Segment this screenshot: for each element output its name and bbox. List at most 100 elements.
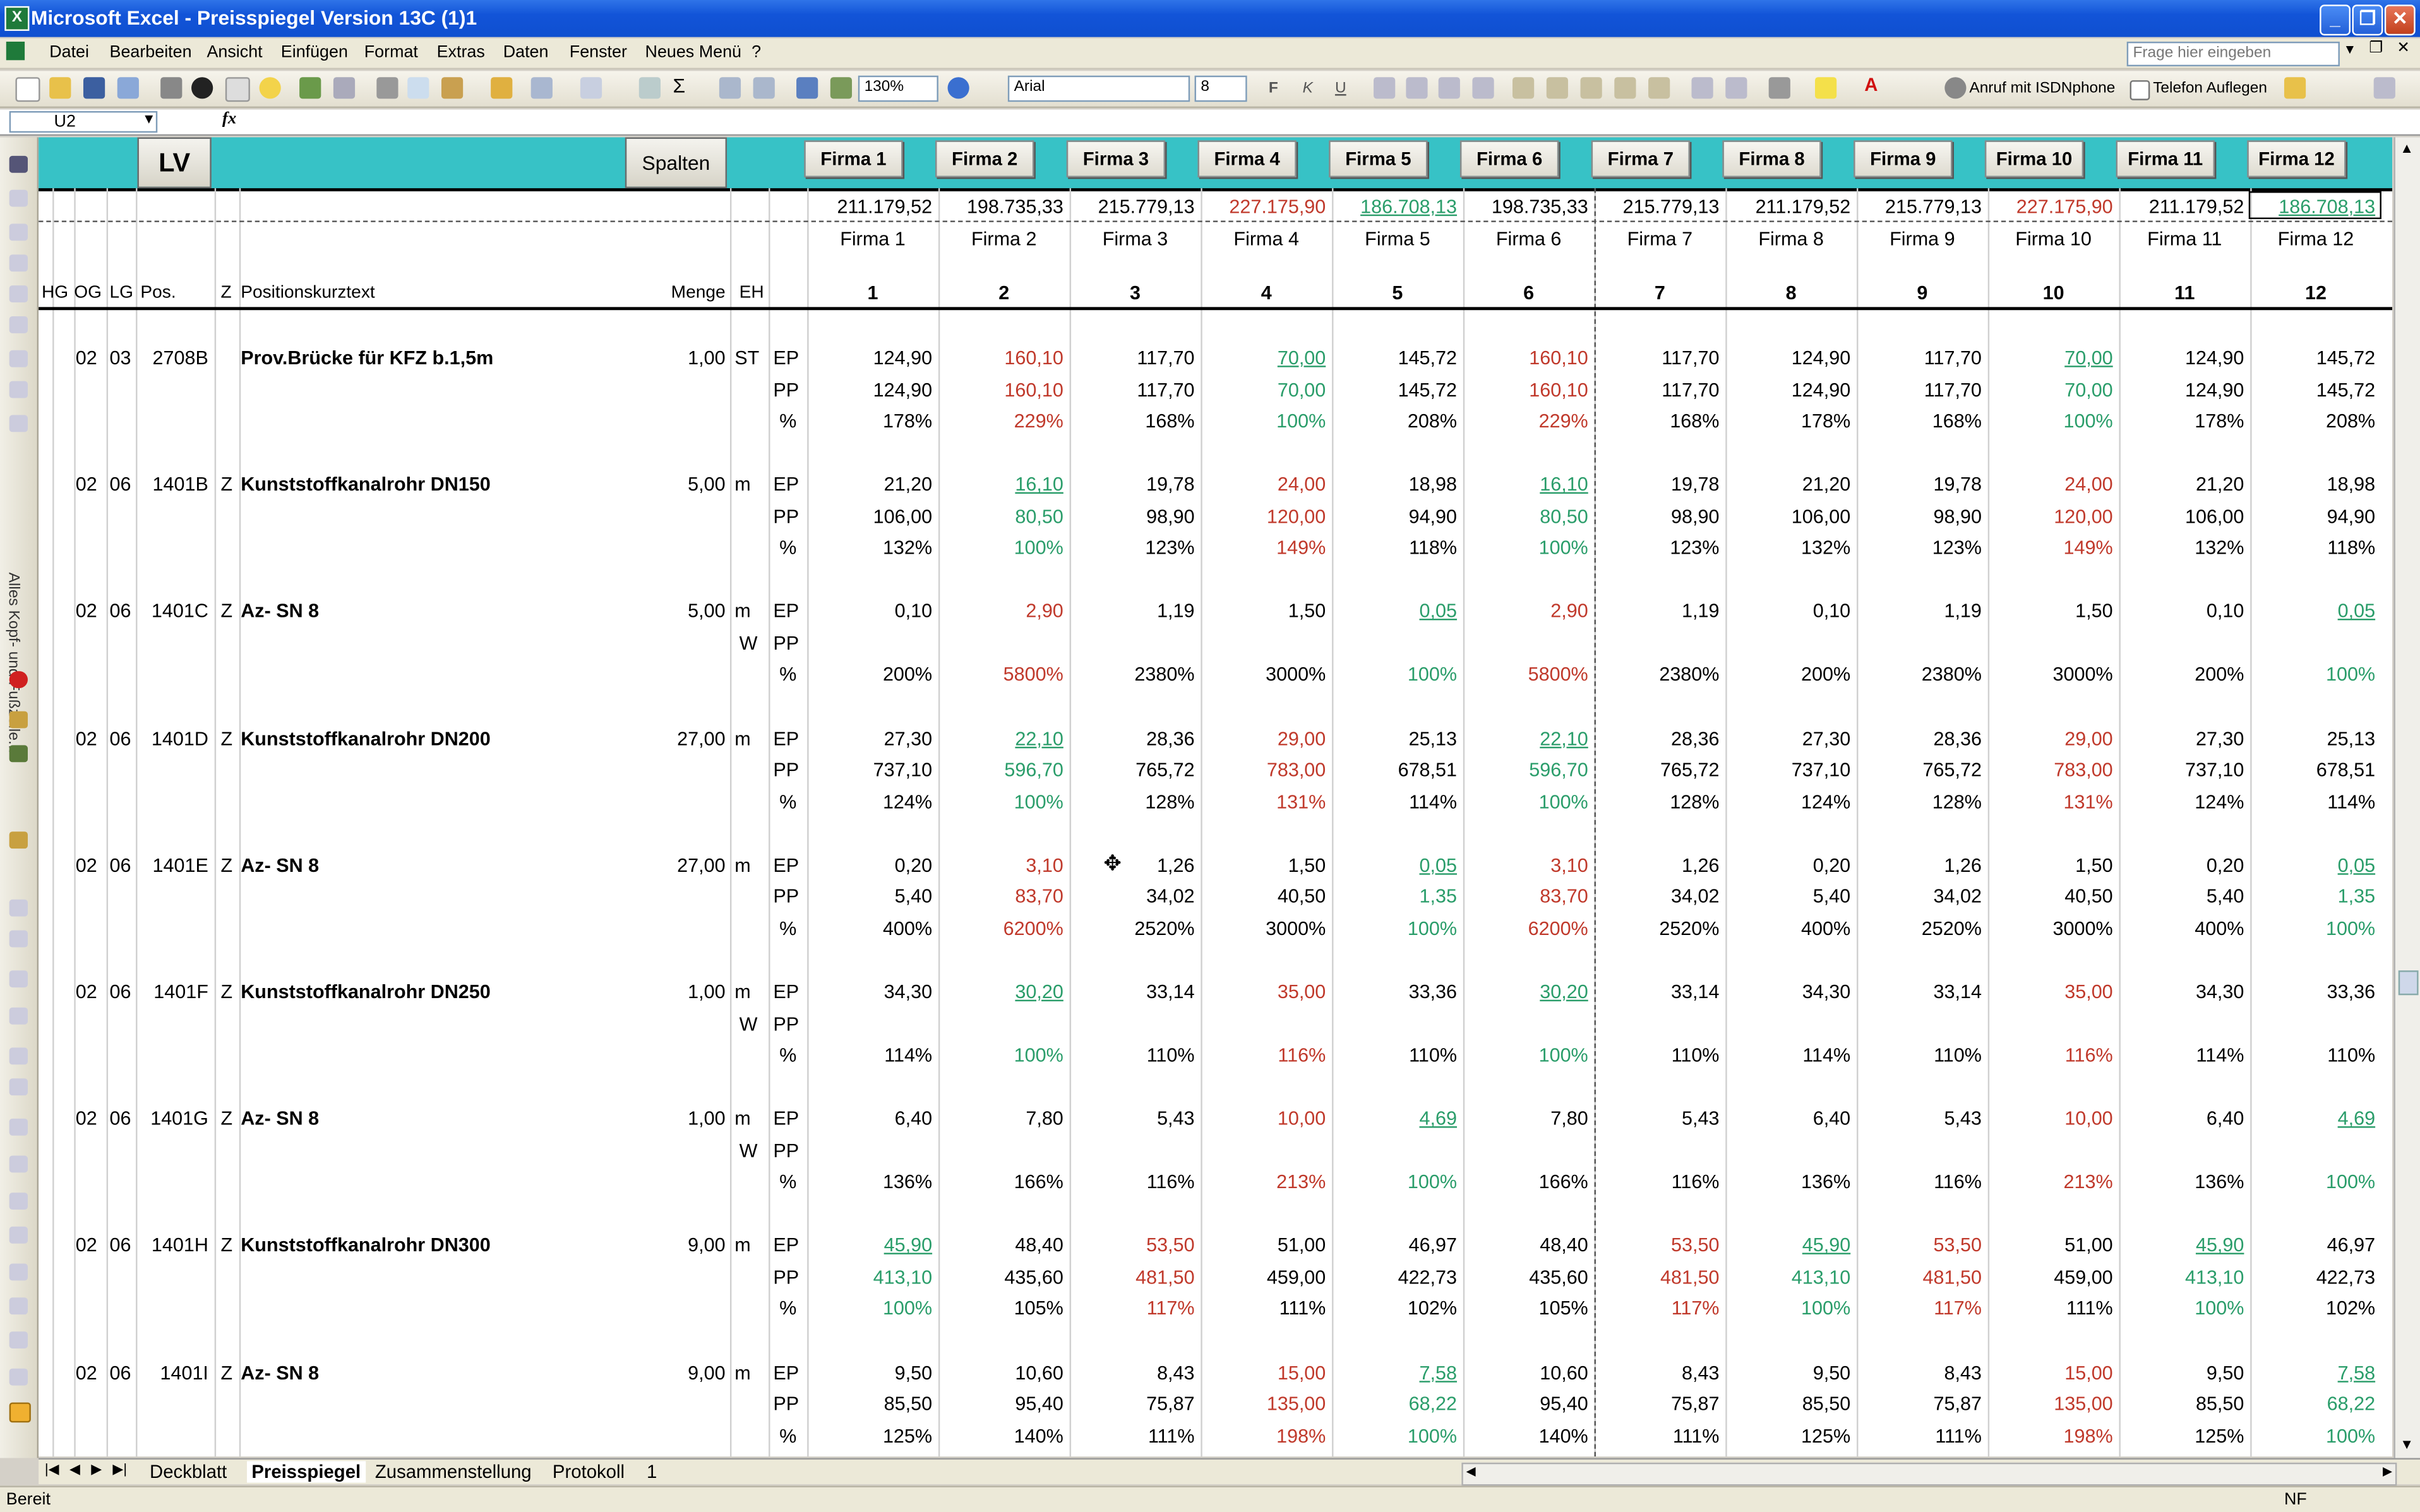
ep-cell[interactable]: 6,40 xyxy=(2119,1108,2244,1129)
pct-cell[interactable]: 128% xyxy=(1595,791,1719,813)
menu-item-ansicht[interactable]: Ansicht xyxy=(207,43,262,61)
position-og[interactable]: 02 xyxy=(76,1235,97,1256)
pct-cell[interactable]: 100% xyxy=(1463,1045,1588,1066)
row-label-pct[interactable]: % xyxy=(779,1045,796,1066)
position-w-flag[interactable]: W xyxy=(740,1140,758,1161)
position-eh[interactable]: m xyxy=(734,1235,750,1256)
combo-box-icon[interactable] xyxy=(9,1155,28,1173)
position-w-flag[interactable]: W xyxy=(740,633,758,654)
pct-cell[interactable]: 110% xyxy=(2250,1045,2375,1066)
ep-cell[interactable]: 35,00 xyxy=(1988,981,2112,1003)
line-icon[interactable] xyxy=(9,415,28,432)
firm-number-header[interactable]: 11 xyxy=(2119,282,2250,304)
row-label-pp[interactable]: PP xyxy=(773,886,799,908)
drawing-icon[interactable] xyxy=(830,77,853,99)
pp-cell[interactable]: 34,02 xyxy=(1595,886,1719,908)
ep-cell[interactable]: 4,69 xyxy=(1332,1108,1457,1129)
ep-cell[interactable]: 9,50 xyxy=(807,1362,932,1383)
total-cell[interactable]: 215.779,13 xyxy=(1070,196,1195,217)
pp-cell[interactable]: 135,00 xyxy=(1988,1393,2112,1415)
ep-cell[interactable]: 19,78 xyxy=(1070,474,1194,496)
ep-cell[interactable]: 45,90 xyxy=(1725,1235,1850,1256)
pp-cell[interactable]: 70,00 xyxy=(1988,379,2112,400)
ep-cell[interactable]: 51,00 xyxy=(1201,1235,1326,1256)
position-z[interactable]: Z xyxy=(220,474,232,496)
tab-1[interactable]: 1 xyxy=(647,1461,657,1482)
vertical-scroll-thumb[interactable] xyxy=(2398,970,2419,996)
position-number[interactable]: 1401D xyxy=(138,728,208,749)
pp-cell[interactable]: 413,10 xyxy=(2119,1266,2244,1288)
ep-cell[interactable]: 0,20 xyxy=(807,854,932,876)
doc-close-icon[interactable]: ✕ xyxy=(2397,40,2410,57)
ep-cell[interactable]: 28,36 xyxy=(1857,728,1981,749)
row-label-pp[interactable]: PP xyxy=(773,1393,799,1415)
next-sheet-icon[interactable]: ▶ xyxy=(91,1461,102,1478)
pp-cell[interactable]: 5,40 xyxy=(807,886,932,908)
pct-cell[interactable]: 123% xyxy=(1595,537,1719,559)
ep-cell[interactable]: 7,58 xyxy=(2250,1362,2375,1383)
pct-cell[interactable]: 208% xyxy=(2250,410,2375,432)
firma-button-4[interactable]: Firma 4 xyxy=(1197,140,1297,178)
pct-cell[interactable]: 123% xyxy=(1857,537,1982,559)
pct-cell[interactable]: 2380% xyxy=(1857,664,1982,686)
ep-cell[interactable]: 45,90 xyxy=(807,1235,932,1256)
firm-number-header[interactable]: 2 xyxy=(938,282,1070,304)
pct-cell[interactable]: 105% xyxy=(938,1298,1063,1319)
total-cell[interactable]: 198.735,33 xyxy=(1463,196,1588,217)
lv-button[interactable]: LV xyxy=(137,137,212,189)
scrollbar-tool-icon[interactable] xyxy=(9,1193,28,1210)
ep-cell[interactable]: 7,58 xyxy=(1332,1362,1457,1383)
vertical-scrollbar[interactable]: ▲ ▼ xyxy=(2393,137,2420,1458)
ep-cell[interactable]: 45,90 xyxy=(2119,1235,2244,1256)
select-objects-icon[interactable] xyxy=(9,155,28,173)
chart-wizard-icon[interactable] xyxy=(796,77,818,99)
ep-cell[interactable]: 9,50 xyxy=(2119,1362,2244,1383)
pp-cell[interactable]: 40,50 xyxy=(1201,886,1326,908)
ep-cell[interactable]: 10,60 xyxy=(1463,1362,1588,1383)
position-menge[interactable]: 9,00 xyxy=(656,1235,725,1256)
ep-cell[interactable]: 0,20 xyxy=(1725,854,1850,876)
pencil-icon[interactable] xyxy=(9,711,28,729)
row-label-pct[interactable]: % xyxy=(779,664,796,686)
pct-cell[interactable]: 105% xyxy=(1463,1298,1588,1319)
pct-cell[interactable]: 100% xyxy=(2250,1425,2375,1446)
pct-cell[interactable]: 140% xyxy=(1463,1425,1588,1446)
row-label-ep[interactable]: EP xyxy=(773,1362,799,1383)
total-cell[interactable]: 211.179,52 xyxy=(807,196,932,217)
pp-cell[interactable]: 83,70 xyxy=(938,886,1063,908)
position-og[interactable]: 02 xyxy=(76,1108,97,1129)
pp-cell[interactable]: 98,90 xyxy=(1857,506,1981,527)
undo-icon[interactable] xyxy=(530,77,553,99)
doc-restore-icon[interactable]: ❐ xyxy=(2369,40,2383,57)
pp-cell[interactable]: 95,40 xyxy=(938,1393,1063,1415)
spelling-icon[interactable] xyxy=(299,77,321,99)
firm-name-cell[interactable]: Firma 11 xyxy=(2119,229,2250,250)
firm-name-cell[interactable]: Firma 2 xyxy=(938,229,1070,250)
pct-cell[interactable]: 200% xyxy=(2119,664,2244,686)
row-label-pp[interactable]: PP xyxy=(773,1266,799,1288)
hangup-checkbox[interactable] xyxy=(2129,80,2150,100)
pp-cell[interactable]: 124,90 xyxy=(807,379,932,400)
row-label-ep[interactable]: EP xyxy=(773,728,799,749)
ep-cell[interactable]: 18,98 xyxy=(2250,474,2375,496)
pct-cell[interactable]: 100% xyxy=(2250,1171,2375,1193)
pct-cell[interactable]: 118% xyxy=(2250,537,2375,559)
pct-cell[interactable]: 140% xyxy=(938,1425,1063,1446)
pct-cell[interactable]: 114% xyxy=(1332,791,1457,813)
pp-cell[interactable]: 68,22 xyxy=(2250,1393,2375,1415)
pct-cell[interactable]: 100% xyxy=(1332,1171,1457,1193)
ep-cell[interactable]: 34,30 xyxy=(807,981,932,1003)
borders-icon[interactable] xyxy=(1768,77,1790,99)
row-label-pp[interactable]: PP xyxy=(773,1140,799,1161)
spalten-button[interactable]: Spalten xyxy=(625,137,728,189)
firma-button-1[interactable]: Firma 1 xyxy=(804,140,903,178)
position-w-flag[interactable]: W xyxy=(740,1013,758,1034)
total-cell[interactable]: 211.179,52 xyxy=(1725,196,1851,217)
ep-cell[interactable]: 22,10 xyxy=(1463,728,1588,749)
record-icon[interactable] xyxy=(9,671,28,688)
pct-cell[interactable]: 166% xyxy=(938,1171,1063,1193)
ep-cell[interactable]: 35,00 xyxy=(1201,981,1326,1003)
ep-cell[interactable]: 46,97 xyxy=(2250,1235,2375,1256)
pct-cell[interactable]: 100% xyxy=(1201,410,1326,432)
save-icon[interactable] xyxy=(83,77,105,99)
